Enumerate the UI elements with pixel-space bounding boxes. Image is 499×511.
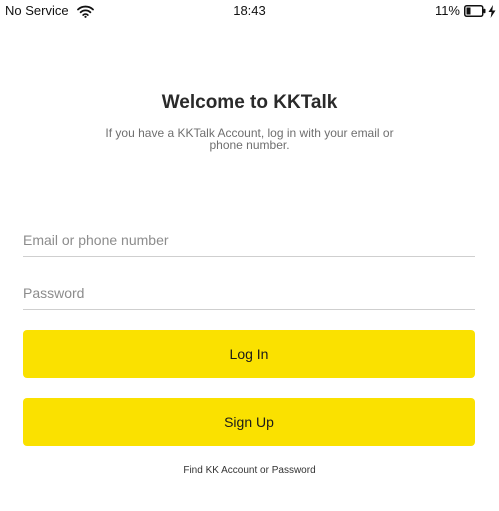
password-input[interactable] (23, 276, 475, 310)
battery-low-icon (464, 5, 486, 17)
email-or-phone-input[interactable] (23, 223, 475, 257)
signup-button[interactable]: Sign Up (23, 398, 475, 446)
page-subtitle: If you have a KKTalk Account, log in wit… (105, 126, 394, 152)
status-right: 11% (435, 3, 496, 19)
page-title: Welcome to KKTalk (161, 92, 338, 113)
charging-bolt-icon (488, 4, 496, 18)
battery-fill (466, 7, 471, 15)
find-account-link[interactable]: Find KK Account or Password (0, 465, 499, 476)
login-screen: No Service 18:43 11% Welcome to KKTalk I… (0, 0, 499, 511)
login-button[interactable]: Log In (23, 330, 475, 378)
status-bar: No Service 18:43 11% (0, 0, 499, 22)
status-time: 18:43 (233, 3, 266, 18)
battery-percent: 11% (434, 3, 460, 18)
